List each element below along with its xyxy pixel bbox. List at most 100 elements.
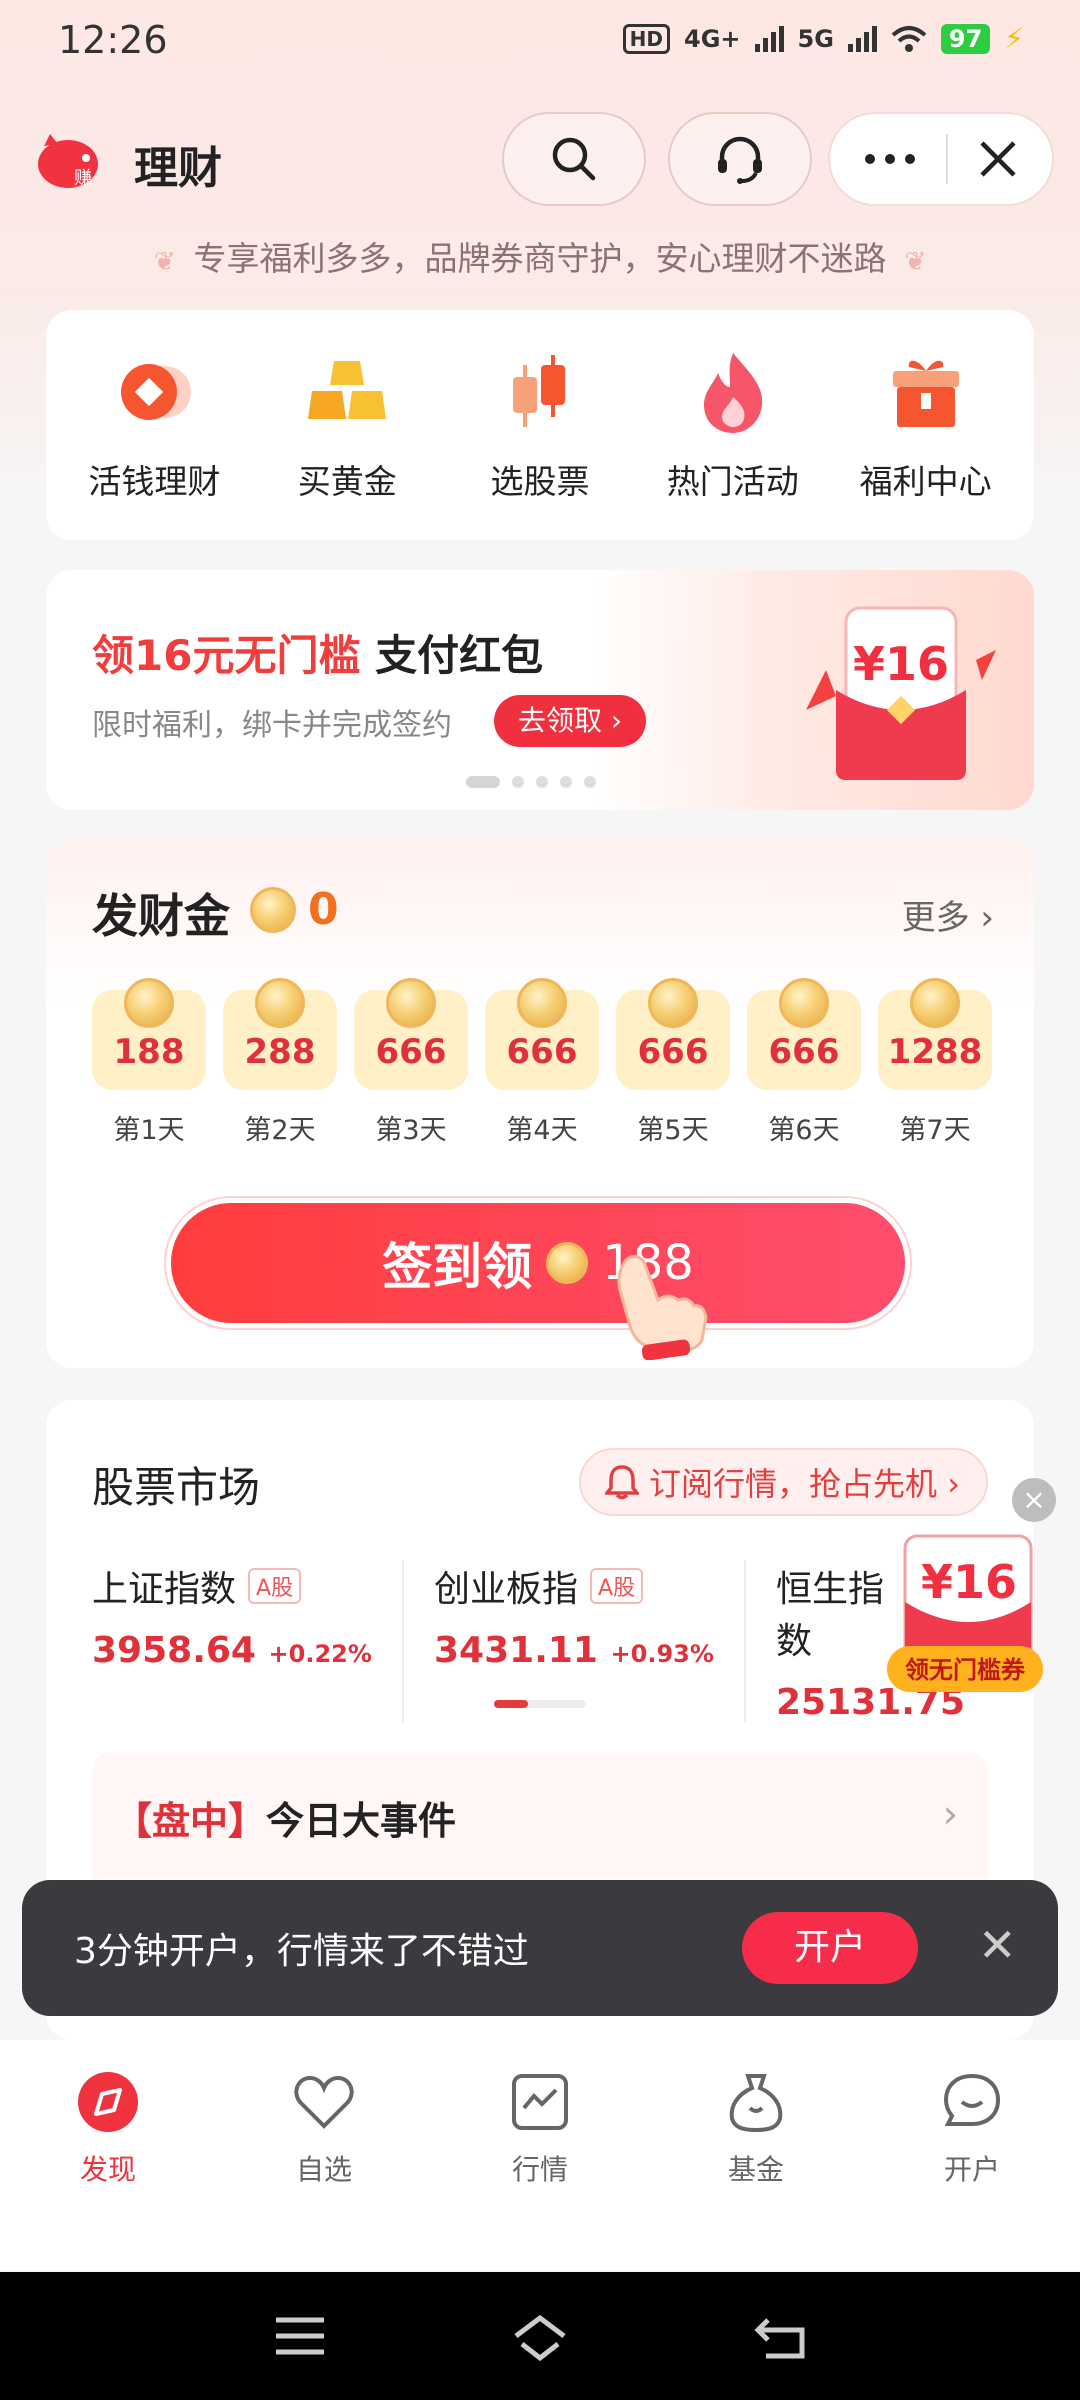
sign-in-button[interactable]: 签到领 188: [166, 1198, 910, 1328]
signal-icon-2: [847, 25, 877, 52]
bottom-tab-bar: 发现 自选 行情 基金 开户: [0, 2040, 1080, 2270]
status-time: 12:26: [58, 18, 168, 62]
tab-label: 行情: [511, 2153, 568, 2186]
day-reward: 188: [113, 1032, 185, 1072]
carousel-dot: [512, 776, 524, 788]
tab-discover[interactable]: 发现: [18, 2070, 198, 2270]
checkin-day[interactable]: 666 第4天: [485, 978, 599, 1147]
market-title: 股票市场: [92, 1463, 261, 1512]
day-reward: 666: [768, 1032, 840, 1072]
gold-coin-icon: [386, 978, 436, 1028]
chart-icon: [512, 2074, 568, 2130]
market-tag: A股: [248, 1568, 302, 1604]
tab-open-account[interactable]: 开户: [882, 2070, 1062, 2270]
quick-nav-label: 选股票: [490, 462, 590, 501]
day-label: 第7天: [899, 1115, 971, 1146]
hd-icon: HD: [622, 23, 670, 54]
status-icons: HD 4G+ 5G 97 ⚡: [622, 22, 1024, 55]
day-label: 第6天: [768, 1115, 840, 1146]
customer-service-button[interactable]: [668, 112, 812, 206]
day-reward: 1288: [887, 1032, 983, 1072]
discover-icon: [78, 2072, 138, 2132]
index-name: 恒生指数: [776, 1569, 885, 1662]
tab-fund[interactable]: 基金: [666, 2070, 846, 2270]
tab-label: 基金: [727, 2153, 784, 2186]
day-label: 第5天: [637, 1115, 709, 1146]
gold-coin-icon: [779, 978, 829, 1028]
event-title: 【盘中】今日大事件: [114, 1790, 456, 1845]
index-item[interactable]: 创业板指 A股 3431.11 +0.93%: [434, 1560, 746, 1723]
day-label: 第1天: [113, 1115, 185, 1146]
event-tag: 【盘中】: [114, 1799, 267, 1843]
battery-level: 97: [940, 23, 991, 54]
checkin-day[interactable]: 666 第6天: [747, 978, 861, 1147]
carousel-dot: [560, 776, 572, 788]
toast-text: 3分钟开户，行情来了不错过: [74, 1931, 529, 1972]
pager-thumb: [494, 1700, 528, 1708]
day-reward-box: 666: [616, 978, 730, 1090]
day-reward-box: 1288: [878, 978, 992, 1090]
back-icon[interactable]: [752, 2314, 808, 2362]
checkin-day[interactable]: 666 第3天: [354, 978, 468, 1147]
market-tag: A股: [590, 1568, 644, 1604]
index-item[interactable]: 上证指数 A股 3958.64 +0.22%: [92, 1560, 404, 1723]
gold-coin-icon: [546, 1242, 589, 1284]
gold-coin-icon: [648, 978, 698, 1028]
checkin-day[interactable]: 188 第1天: [92, 978, 206, 1147]
event-title-text: 今日大事件: [266, 1799, 457, 1843]
gold-coin-icon: [910, 978, 960, 1028]
coupon-close-button[interactable]: ×: [1012, 1478, 1056, 1522]
index-name-row: 创业板指 A股: [434, 1560, 724, 1612]
search-icon: [552, 137, 596, 181]
coin-balance: 0: [250, 884, 339, 935]
day-reward-box: 666: [354, 978, 468, 1090]
coupon-float[interactable]: ¥16 领无门槛券: [885, 1532, 1045, 1697]
quick-nav-item[interactable]: 活钱理财: [59, 347, 249, 503]
quick-nav-item[interactable]: 选股票: [445, 347, 635, 503]
claim-button[interactable]: 去领取 ›: [494, 695, 647, 747]
sign-in-label: 签到领: [382, 1238, 533, 1296]
index-value: 3958.64: [92, 1630, 256, 1671]
quick-nav-label: 福利中心: [859, 462, 992, 501]
promo-banner[interactable]: 领16元无门槛 支付红包 限时福利，绑卡并完成签约 去领取 › ¥16: [46, 570, 1034, 810]
tab-market[interactable]: 行情: [450, 2070, 630, 2270]
close-icon[interactable]: [976, 137, 1020, 181]
tab-label: 自选: [295, 2153, 352, 2186]
quick-nav-item[interactable]: 热门活动: [638, 347, 828, 503]
more-link[interactable]: 更多 ›: [902, 890, 994, 939]
gift-icon: [892, 360, 959, 427]
coupon-amount: ¥16: [921, 1555, 1017, 1609]
pointing-hand-icon: [617, 1255, 708, 1360]
day-reward-box: 188: [92, 978, 206, 1090]
toast-close-icon[interactable]: ✕: [978, 1918, 1017, 1972]
checkin-day[interactable]: 666 第5天: [616, 978, 730, 1147]
more-icon[interactable]: [862, 149, 918, 169]
mini-program-capsule: [828, 112, 1054, 206]
index-name: 上证指数: [92, 1569, 237, 1610]
banner-subtitle: 限时福利，绑卡并完成签约: [92, 708, 452, 743]
menu-icon[interactable]: [272, 2314, 328, 2358]
day-reward-box: 288: [223, 978, 337, 1090]
tab-watchlist[interactable]: 自选: [234, 2070, 414, 2270]
checkin-day[interactable]: 288 第2天: [223, 978, 337, 1147]
index-value-row: 3431.11 +0.93%: [434, 1630, 724, 1671]
quick-nav-item[interactable]: 福利中心: [831, 347, 1021, 503]
laurel-right-icon: ❦: [904, 247, 927, 277]
subscribe-button[interactable]: 订阅行情，抢占先机 ›: [579, 1448, 988, 1516]
slogan: ❦ 专享福利多多，品牌券商守护，安心理财不迷路 ❦: [0, 232, 1080, 280]
checkin-day[interactable]: 1288 第7天: [878, 978, 992, 1147]
day-reward-box: 666: [747, 978, 861, 1090]
index-list: 上证指数 A股 3958.64 +0.22% 创业板指 A股 3431.11 +0.…: [92, 1560, 996, 1723]
red-envelope-icon: ¥16: [806, 606, 996, 780]
open-account-button[interactable]: 开户: [742, 1912, 918, 1984]
coupon-label: 领无门槛券: [905, 1656, 1026, 1684]
event-card[interactable]: 【盘中】今日大事件 ›: [92, 1752, 988, 1892]
day-label: 第3天: [375, 1115, 447, 1146]
heart-icon: [294, 2075, 354, 2129]
search-button[interactable]: [502, 112, 646, 206]
index-name: 创业板指: [434, 1569, 579, 1610]
quick-nav-item[interactable]: 买黄金: [252, 347, 442, 503]
gold-coin-icon: [250, 886, 296, 933]
day-reward-box: 666: [485, 978, 599, 1090]
home-icon[interactable]: [510, 2314, 570, 2362]
